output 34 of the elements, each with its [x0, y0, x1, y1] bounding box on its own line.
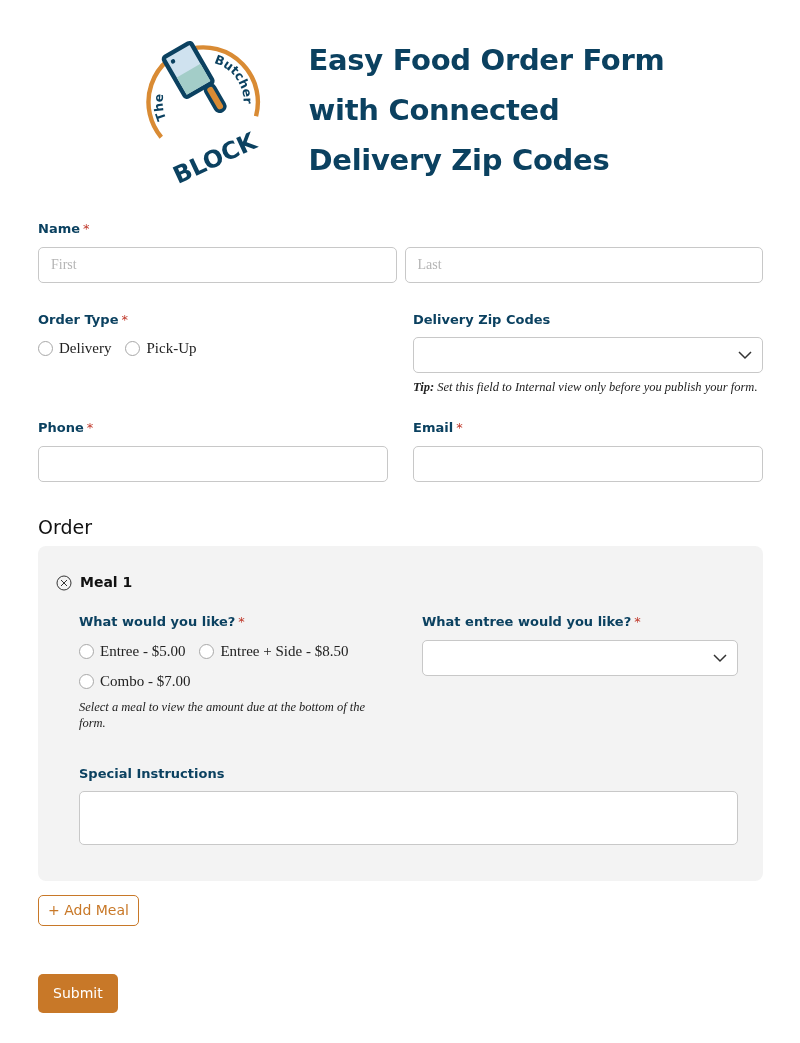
radio-option[interactable]: Pick-Up — [125, 337, 197, 360]
required-mark: * — [634, 614, 641, 630]
chevron-down-icon — [713, 653, 727, 663]
form-title: Easy Food Order Form with Connected Delivery Zip Codes — [308, 42, 665, 179]
required-mark: * — [238, 614, 245, 630]
help-text: Tip: Set this field to Internal view only before you publish your form. — [413, 379, 759, 395]
radio-option[interactable]: Delivery — [38, 337, 112, 360]
field-label: Order Type — [38, 310, 119, 329]
chevron-down-icon — [738, 351, 752, 360]
text-input[interactable] — [38, 445, 388, 482]
dropdown[interactable] — [413, 337, 763, 373]
field-label: Delivery Zip Codes — [413, 310, 551, 329]
section-heading: Order — [38, 515, 93, 539]
field-label: Email — [413, 419, 454, 437]
text-area[interactable] — [79, 791, 738, 846]
required-mark: * — [86, 420, 94, 435]
radio-option[interactable]: Entree - $5.00 — [79, 639, 186, 663]
text-input[interactable]: Last — [404, 246, 763, 283]
field-label: What would you like? — [79, 613, 236, 632]
text-input[interactable] — [413, 445, 763, 482]
field-label: Name — [38, 220, 80, 238]
required-mark: * — [456, 420, 463, 435]
field-label: Phone — [38, 419, 84, 437]
radio-option[interactable]: Combo - $7.00 — [79, 670, 191, 693]
radio-option[interactable]: Entree + Side - $8.50 — [199, 639, 349, 663]
required-mark: * — [121, 311, 128, 327]
help-text: Select a meal to view the amount due at the bottom of the form. — [79, 698, 367, 731]
text-input[interactable]: First — [38, 246, 397, 283]
field-label: What entree would you like? — [422, 613, 632, 632]
meal-title: Meal 1 — [80, 573, 133, 593]
required-mark: * — [83, 221, 90, 236]
dropdown[interactable] — [422, 639, 738, 676]
remove-icon[interactable] — [56, 574, 72, 591]
field-label: Special Instructions — [79, 764, 225, 783]
